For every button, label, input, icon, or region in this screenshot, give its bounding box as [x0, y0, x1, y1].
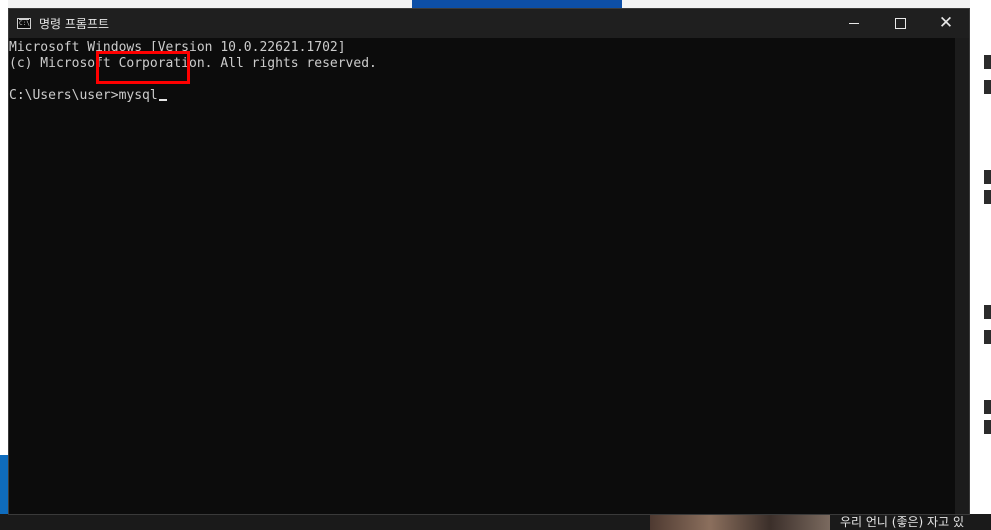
background-left-panel [0, 0, 8, 530]
maximize-icon [894, 18, 906, 29]
background-right-panel [970, 0, 991, 530]
cmd-icon: C:\ [17, 18, 31, 29]
title-bar[interactable]: C:\ 명령 프롬프트 ✕ [9, 9, 969, 38]
close-button[interactable]: ✕ [923, 9, 969, 38]
background-text: 우리 언니 (좋은) 자고 있 [840, 515, 964, 529]
text-cursor [158, 99, 167, 101]
minimize-icon [849, 23, 859, 24]
command-text: C:\Users\user>mysql [9, 88, 158, 103]
bg-mark [984, 420, 991, 434]
console-input-line[interactable]: C:\Users\user>mysql [9, 88, 969, 104]
background-blue-block [0, 455, 8, 515]
bg-mark [984, 55, 991, 69]
highlight-box [96, 51, 190, 84]
window-title: 명령 프롬프트 [39, 17, 110, 31]
bg-mark [984, 305, 991, 319]
bg-mark [984, 80, 991, 94]
scrollbar[interactable] [955, 38, 969, 514]
desktop-blue-strip [412, 0, 622, 8]
console-output[interactable]: Microsoft Windows [Version 10.0.22621.17… [9, 38, 969, 514]
command-prompt-window[interactable]: C:\ 명령 프롬프트 ✕ Microsoft Windows [Version… [8, 8, 970, 515]
bg-mark [984, 190, 991, 204]
bg-mark [984, 170, 991, 184]
close-icon: ✕ [938, 13, 954, 33]
maximize-button[interactable] [877, 9, 923, 38]
bg-mark [984, 330, 991, 344]
bg-mark [984, 400, 991, 414]
minimize-button[interactable] [831, 9, 877, 38]
background-thumbnail [650, 514, 830, 530]
